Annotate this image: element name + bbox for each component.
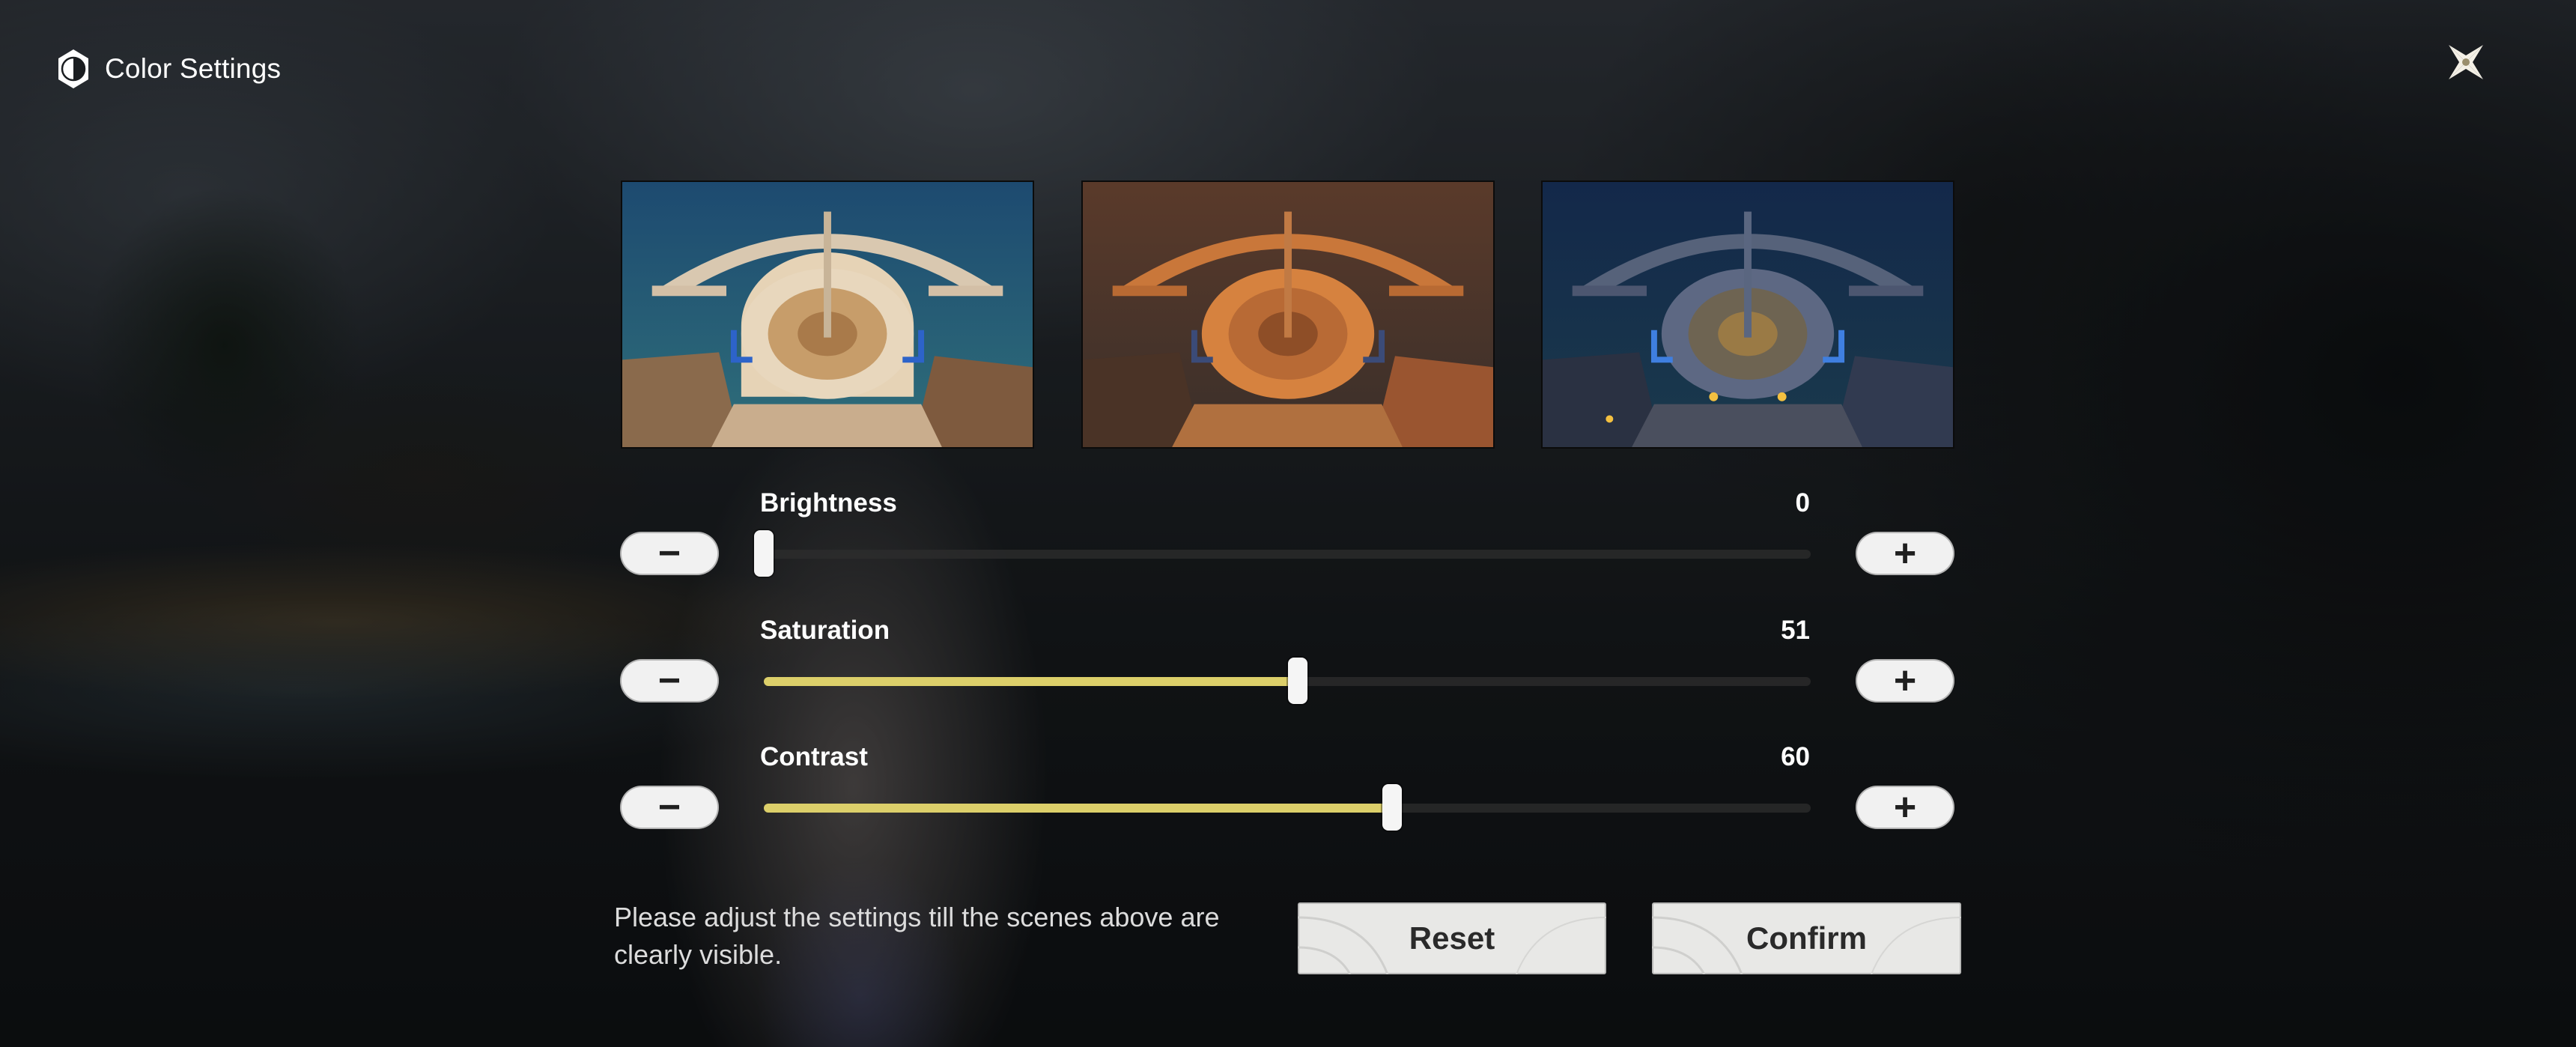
saturation-increase-button[interactable]: + [1856,659,1954,702]
reset-label: Reset [1409,920,1495,956]
contrast-icon [58,49,88,88]
confirm-button[interactable]: Confirm [1652,902,1961,974]
contrast-slider-fill [764,804,1392,813]
minus-icon: − [657,532,681,575]
brightness-value: 0 [1795,488,1810,518]
preview-normal-scene [621,180,1034,449]
preview-warm-scene [1081,180,1495,449]
reset-button[interactable]: Reset [1298,902,1606,974]
plus-icon: + [1893,532,1917,575]
contrast-setting: Contrast 60 − + [620,742,1954,832]
page-header: Color Settings [55,48,281,90]
brightness-increase-button[interactable]: + [1856,532,1954,575]
saturation-setting: Saturation 51 − + [620,616,1954,705]
contrast-slider-thumb[interactable] [1382,784,1402,831]
preview-night-scene [1541,180,1954,449]
brightness-decrease-button[interactable]: − [620,532,719,575]
contrast-slider-track[interactable] [764,784,1811,831]
brightness-setting: Brightness 0 − + [620,488,1954,578]
saturation-slider-track[interactable] [764,658,1811,704]
saturation-label: Saturation [760,616,890,645]
contrast-increase-button[interactable]: + [1856,786,1954,829]
plus-icon: + [1893,786,1917,829]
saturation-value: 51 [1781,616,1810,645]
instruction-text: Please adjust the settings till the scen… [614,902,1220,970]
plus-icon: + [1893,659,1917,702]
brightness-slider-track[interactable] [754,530,1811,577]
saturation-slider-thumb[interactable] [1287,658,1307,704]
close-button[interactable] [2443,39,2489,85]
minus-icon: − [657,659,681,702]
contrast-decrease-button[interactable]: − [620,786,719,829]
brightness-label: Brightness [760,488,897,518]
contrast-label: Contrast [760,742,868,771]
saturation-slider-fill [764,677,1298,686]
page-title: Color Settings [105,53,282,84]
close-icon [2449,45,2483,79]
saturation-decrease-button[interactable]: − [620,659,719,702]
minus-icon: − [657,786,681,829]
contrast-value: 60 [1781,742,1810,771]
confirm-label: Confirm [1746,920,1867,956]
brightness-slider-thumb[interactable] [754,530,774,577]
